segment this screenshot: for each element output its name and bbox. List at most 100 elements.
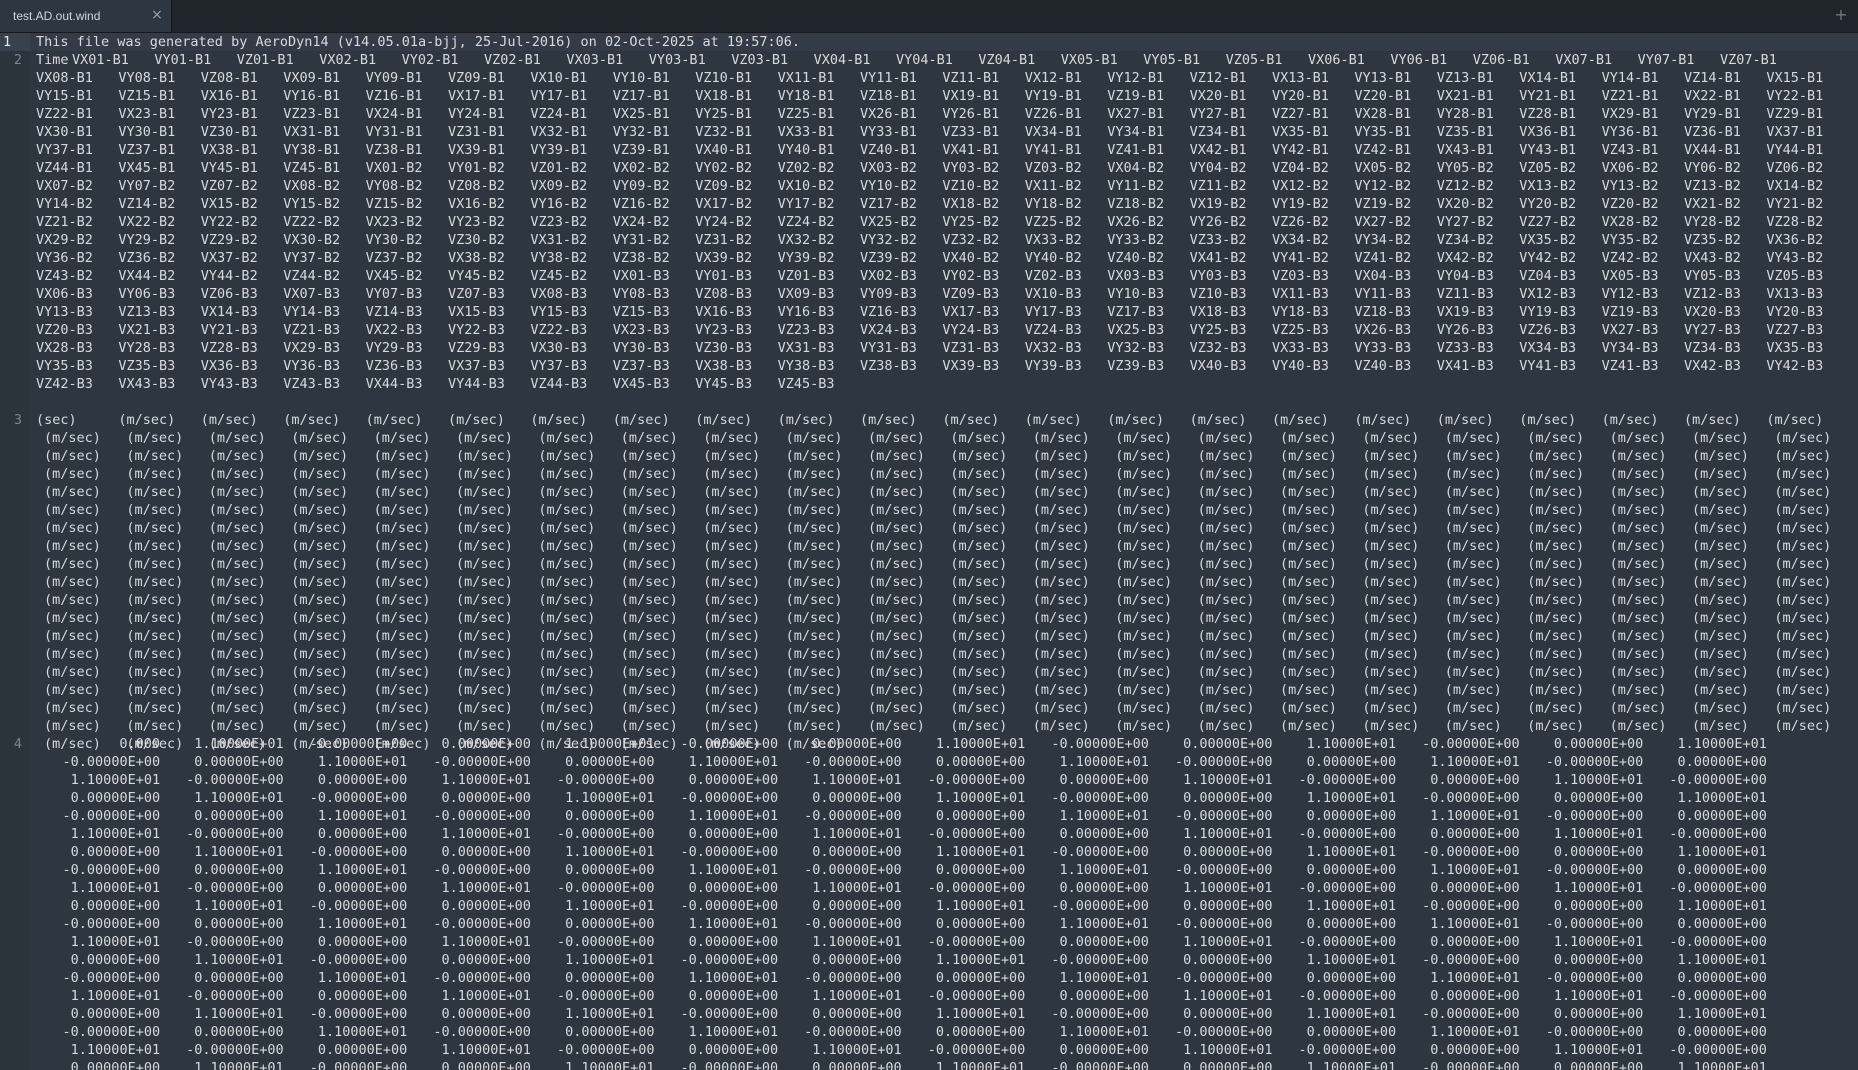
data-value: 0.00000E+00	[935, 862, 1026, 878]
unit-label: (m/sec)	[703, 466, 761, 482]
unit-label: (m/sec)	[785, 682, 843, 698]
data-value: 0.00000E+00	[317, 772, 408, 788]
unit-label: (m/sec)	[1609, 502, 1667, 518]
data-value: 0.00000E+00	[194, 808, 284, 824]
data-value: 1.10000E+01	[194, 844, 284, 860]
unit-label: (m/sec)	[456, 448, 513, 464]
channel-name: VZ14-B2	[118, 196, 176, 212]
unit-label: (m/sec)	[373, 556, 431, 572]
data-value: 0.00000E+00	[1183, 1060, 1273, 1070]
unit-label: (m/sec)	[126, 592, 184, 608]
channel-name: VX28-B3	[36, 340, 93, 356]
channel-name: VZ14-B1	[1684, 70, 1741, 86]
channel-name: VX29-B1	[1601, 106, 1659, 122]
unit-label: (m/sec)	[126, 556, 184, 572]
channel-name: VY35-B1	[1354, 124, 1412, 140]
unit-label: (m/sec)	[1197, 430, 1255, 446]
unit-label: (m/sec)	[1692, 484, 1749, 500]
channel-name: VY45-B1	[200, 160, 258, 176]
unit-label: (m/sec)	[1115, 610, 1173, 626]
unit-label: (m/sec)	[1609, 484, 1667, 500]
channel-name: VY06-B1	[1390, 52, 1448, 68]
channel-name: VZ15-B3	[612, 304, 670, 320]
channel-name: VX36-B2	[1766, 232, 1824, 248]
channel-name: VZ17-B3	[1107, 304, 1165, 320]
channel-name: VY30-B2	[365, 232, 423, 248]
unit-label: (m/sec)	[703, 430, 761, 446]
unit-label: (m/sec)	[1692, 430, 1749, 446]
channel-name: VY28-B2	[1684, 214, 1741, 230]
unit-label: (m/sec)	[126, 664, 184, 680]
unit-label: (m/sec)	[373, 700, 431, 716]
unit-label: (m/sec)	[1032, 628, 1090, 644]
data-value: 1.10000E+01	[1059, 808, 1149, 824]
file-tab[interactable]: test.AD.out.wind ×	[0, 0, 172, 32]
channel-name: VY08-B1	[118, 70, 176, 86]
data-value: 1.10000E+01	[317, 808, 408, 824]
channel-name: VY40-B2	[1024, 250, 1082, 266]
channel-name: VY43-B3	[200, 376, 258, 392]
data-value: 0.00000E+00	[70, 1006, 161, 1022]
channel-name: VX18-B3	[1189, 304, 1247, 320]
channel-name: VX12-B1	[1024, 70, 1082, 86]
unit-label: (m/sec)	[1774, 646, 1832, 662]
text-editor[interactable]: 1 2 3 4 This file was generated by AeroD…	[0, 33, 1858, 1070]
unit-label: (m/sec)	[1197, 556, 1255, 572]
channel-name: VX25-B1	[612, 106, 670, 122]
data-value: 0.00000E+00	[565, 754, 655, 770]
unit-label: (m/sec)	[1774, 682, 1832, 698]
channel-name: VZ33-B1	[942, 124, 1000, 140]
data-value: 0.00000E+00	[1059, 988, 1149, 1004]
unit-label: (m/sec)	[538, 502, 596, 518]
unit-label: (m/sec)	[785, 718, 843, 734]
new-tab-icon[interactable]: +	[1832, 4, 1850, 26]
channel-name: VY03-B2	[942, 160, 1000, 176]
channel-name: VZ11-B1	[942, 70, 1000, 86]
unit-label: (m/sec)	[291, 664, 349, 680]
unit-label: (m/sec)	[373, 466, 431, 482]
data-value: -0.00000E+00	[1545, 808, 1644, 824]
unit-label: (m/sec)	[365, 412, 423, 428]
channel-name: VY05-B2	[1436, 160, 1494, 176]
data-value: 1.10000E+01	[70, 880, 161, 896]
unit-label: (m/sec)	[1692, 664, 1749, 680]
channel-name: VY16-B2	[530, 196, 588, 212]
unit-label: (m/sec)	[373, 574, 431, 590]
channel-name: VY42-B3	[1766, 358, 1824, 374]
unit-label: (m/sec)	[620, 466, 678, 482]
channel-name: VX34-B3	[1519, 340, 1577, 356]
unit-label: (m/sec)	[538, 430, 596, 446]
channel-name: VZ34-B2	[1436, 232, 1494, 248]
channel-name: VY42-B1	[1272, 142, 1329, 158]
unit-label: (m/sec)	[373, 538, 431, 554]
channel-name: VY44-B2	[200, 268, 258, 284]
unit-label: (m/sec)	[208, 574, 266, 590]
unit-label: (m/sec)	[1774, 484, 1832, 500]
unit-label: (m/sec)	[1197, 610, 1255, 626]
data-value: 1.10000E+01	[70, 772, 161, 788]
data-value: 0.00000E+00	[441, 1060, 531, 1070]
channel-name: VX31-B1	[283, 124, 341, 140]
unit-label: (m/sec)	[620, 682, 678, 698]
channel-name: VZ29-B3	[448, 340, 505, 356]
data-value: 1.10000E+01	[1306, 898, 1397, 914]
channel-name: VY39-B3	[1024, 358, 1082, 374]
unit-label: (m/sec)	[703, 448, 761, 464]
unit-label: (m/sec)	[860, 412, 917, 428]
code-area[interactable]: This file was generated by AeroDyn14 (v1…	[30, 33, 1858, 1070]
channel-name: VY21-B1	[1519, 88, 1577, 104]
unit-label: (m/sec)	[1609, 682, 1667, 698]
close-icon[interactable]: ×	[150, 7, 164, 23]
data-value: 0.00000E+00	[688, 988, 779, 1004]
unit-label: (m/sec)	[1527, 592, 1585, 608]
unit-label: (m/sec)	[44, 520, 101, 536]
unit-label: (m/sec)	[1609, 664, 1667, 680]
unit-label: (m/sec)	[1197, 448, 1255, 464]
data-value: 0.00000E+00	[1430, 772, 1520, 788]
data-value: 0.00000E+00	[1306, 808, 1397, 824]
data-value: 1.10000E+01	[70, 988, 161, 1004]
data-value: 0.00000E+00	[70, 1060, 161, 1070]
channel-name: VY02-B2	[695, 160, 753, 176]
channel-name: VZ35-B3	[118, 358, 176, 374]
channel-name: VZ44-B3	[530, 376, 588, 392]
